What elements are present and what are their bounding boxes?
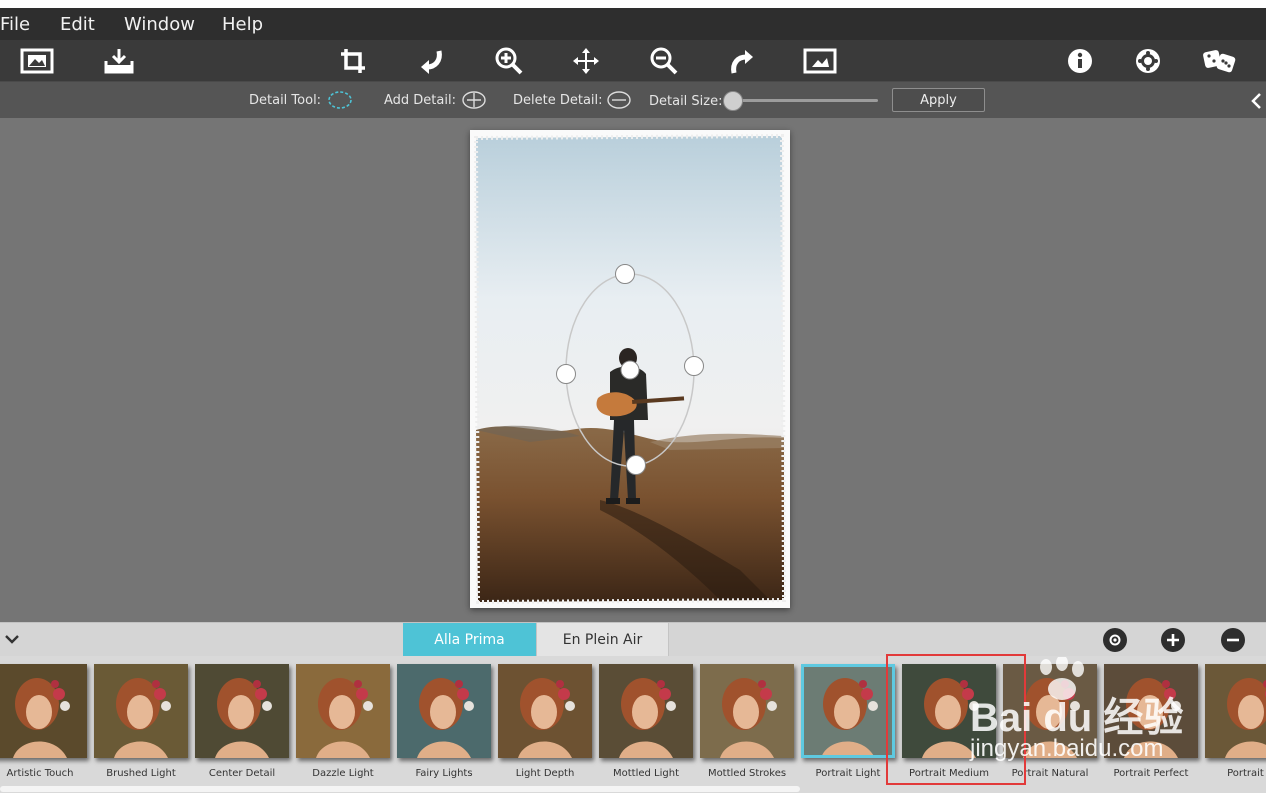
portrait-thumbnail-image — [94, 664, 188, 758]
portrait-thumbnail-image — [599, 664, 693, 758]
menu-bar: File Edit Window Help — [0, 8, 1266, 40]
preset-label[interactable]: Dazzle Light — [293, 768, 393, 779]
info-icon[interactable] — [1062, 44, 1098, 78]
random-dice-icon[interactable] — [1202, 44, 1238, 78]
preset-thumbnail[interactable] — [94, 664, 188, 758]
preset-label[interactable]: Mottled Strokes — [697, 768, 797, 779]
settings-icon[interactable] — [1130, 44, 1166, 78]
portrait-thumbnail-image — [1104, 664, 1198, 758]
portrait-thumbnail-image — [1003, 664, 1097, 758]
preset-label[interactable]: Artistic Touch — [0, 768, 90, 779]
preset-label[interactable]: Portrait Medium — [899, 768, 999, 779]
preset-label[interactable]: Portrait Natural — [1000, 768, 1100, 779]
preset-label[interactable]: Mottled Light — [596, 768, 696, 779]
strip-scrollbar[interactable] — [0, 786, 800, 792]
chevron-left-icon[interactable] — [1250, 92, 1264, 110]
preset-thumbnail[interactable] — [801, 664, 895, 758]
painted-photo — [470, 130, 790, 608]
add-detail-label: Add Detail: — [384, 93, 456, 108]
preset-settings-icon[interactable] — [1103, 628, 1127, 652]
portrait-thumbnail-image — [195, 664, 289, 758]
pan-icon[interactable] — [568, 44, 604, 78]
tab-en-plein-air[interactable]: En Plein Air — [536, 623, 669, 657]
preset-thumbnail[interactable] — [599, 664, 693, 758]
save-image-icon[interactable] — [101, 44, 137, 78]
portrait-thumbnail-image — [397, 664, 491, 758]
preset-strip: Artistic Touch Brushed Light Center Detail… — [0, 656, 1266, 793]
delete-detail-label: Delete Detail: — [513, 93, 603, 108]
open-image-icon[interactable] — [19, 44, 55, 78]
redo-icon[interactable] — [724, 44, 760, 78]
detail-size-slider-knob[interactable] — [723, 91, 743, 111]
preset-thumbnail[interactable] — [700, 664, 794, 758]
detail-tool-label: Detail Tool: — [249, 93, 322, 108]
crop-icon[interactable] — [335, 44, 371, 78]
detail-tool-icon[interactable] — [327, 90, 352, 110]
tab-alla-prima[interactable]: Alla Prima — [403, 623, 536, 657]
add-detail-icon[interactable] — [461, 90, 486, 110]
preset-thumbnail[interactable] — [195, 664, 289, 758]
detail-size-label: Detail Size: — [649, 94, 723, 109]
zoom-in-icon[interactable] — [491, 44, 527, 78]
detail-toolbar: Detail Tool: Add Detail: Delete Detail: … — [0, 81, 1266, 119]
delete-detail-icon[interactable] — [606, 90, 631, 110]
zoom-out-icon[interactable] — [646, 44, 682, 78]
portrait-thumbnail-image — [296, 664, 390, 758]
detail-size-slider[interactable] — [733, 99, 878, 102]
preset-thumbnail[interactable] — [0, 664, 87, 758]
preset-thumbnail[interactable] — [397, 664, 491, 758]
style-category-bar: Alla Prima En Plein Air — [0, 622, 1266, 657]
portrait-thumbnail-image — [801, 664, 895, 758]
apply-button[interactable]: Apply — [892, 88, 985, 112]
preset-label[interactable]: Light Depth — [495, 768, 595, 779]
portrait-thumbnail-image — [1205, 664, 1266, 758]
menu-edit[interactable]: Edit — [60, 8, 95, 40]
undo-icon[interactable] — [413, 44, 449, 78]
add-preset-icon[interactable] — [1161, 628, 1185, 652]
preset-label[interactable]: Brushed Light — [91, 768, 191, 779]
compare-icon[interactable] — [802, 44, 838, 78]
preset-thumbnail[interactable] — [902, 664, 996, 758]
preset-label[interactable]: Portrait W — [1202, 768, 1266, 779]
preset-thumbnail[interactable] — [498, 664, 592, 758]
portrait-thumbnail-image — [700, 664, 794, 758]
main-toolbar — [0, 40, 1266, 81]
chevron-down-icon[interactable] — [4, 632, 20, 651]
menu-help[interactable]: Help — [222, 8, 263, 40]
remove-preset-icon[interactable] — [1221, 628, 1245, 652]
preset-thumbnail[interactable] — [296, 664, 390, 758]
preset-label[interactable]: Fairy Lights — [394, 768, 494, 779]
portrait-thumbnail-image — [902, 664, 996, 758]
portrait-thumbnail-image — [498, 664, 592, 758]
preset-label[interactable]: Center Detail — [192, 768, 292, 779]
menu-file[interactable]: File — [0, 8, 30, 40]
menu-window[interactable]: Window — [124, 8, 195, 40]
image-canvas[interactable] — [0, 118, 1266, 622]
preset-thumbnail[interactable] — [1104, 664, 1198, 758]
portrait-thumbnail-image — [0, 664, 87, 758]
preset-thumbnail[interactable] — [1003, 664, 1097, 758]
preset-label[interactable]: Portrait Light — [798, 768, 898, 779]
preset-thumbnail[interactable] — [1205, 664, 1266, 758]
preset-label[interactable]: Portrait Perfect — [1101, 768, 1201, 779]
